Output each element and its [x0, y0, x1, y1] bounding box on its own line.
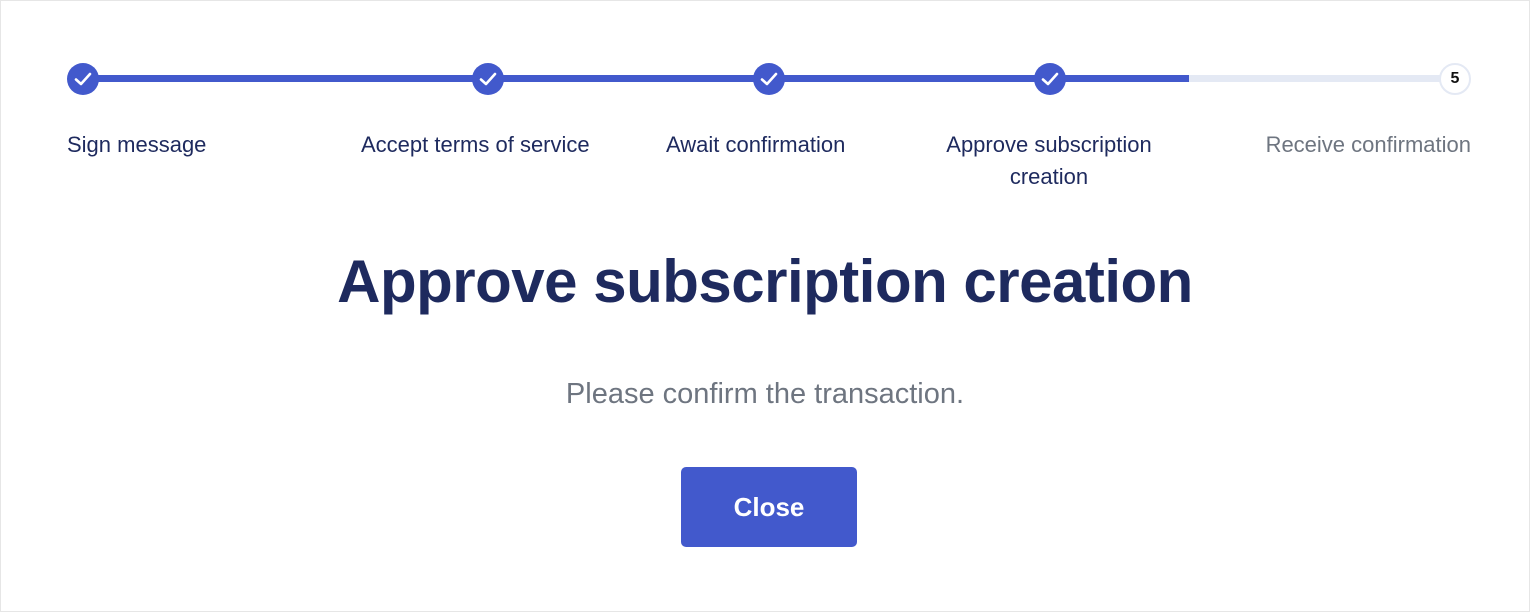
step-5-node: 5 [1439, 63, 1471, 95]
check-icon [760, 72, 778, 86]
step-label-accept-terms: Accept terms of service [361, 132, 590, 157]
progress-fill [83, 75, 1189, 82]
step-2-node [472, 63, 504, 95]
check-icon [74, 72, 92, 86]
step-3-node [753, 63, 785, 95]
step-1-node [67, 63, 99, 95]
check-icon [1041, 72, 1059, 86]
step-label-await-confirmation: Await confirmation [666, 132, 846, 157]
check-icon [479, 72, 497, 86]
step-label-approve-subscription: Approve subscription creation [946, 132, 1152, 189]
page-title: Approve subscription creation [337, 248, 1193, 315]
step-label-sign-message: Sign message [67, 132, 207, 157]
status-message: Please confirm the transaction. [565, 378, 965, 410]
step-4-node [1034, 63, 1066, 95]
close-button[interactable]: Close [681, 467, 857, 547]
stepper-dialog: 5 Sign message Accept terms of service A… [0, 0, 1530, 612]
step-5-number: 5 [1450, 70, 1460, 87]
step-label-receive-confirmation: Receive confirmation [1265, 132, 1471, 157]
